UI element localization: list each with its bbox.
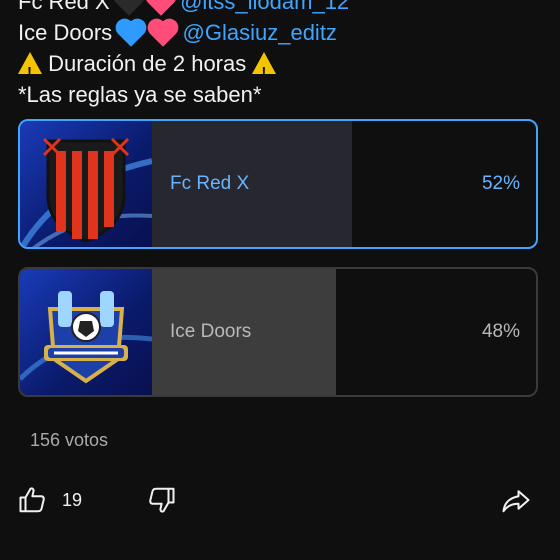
- pink-heart-icon: [150, 21, 177, 47]
- warning-icon: !: [252, 52, 277, 81]
- warning-icon: !: [18, 52, 42, 81]
- poll-option-label: Fc Red X: [170, 173, 250, 194]
- ice-doors-crest-image: [20, 291, 152, 384]
- like-count: 19: [62, 489, 83, 510]
- team-name-ice: Ice Doors: [18, 20, 113, 45]
- post-text: Fc Red X @itss_liodam_12 Ice Doors @Glas…: [18, 0, 548, 110]
- vote-count: 156 votos: [30, 430, 109, 450]
- poll-option-fc-red-x[interactable]: Fc Red X 52%: [18, 119, 538, 249]
- duration-text: Duración de 2 horas: [48, 51, 247, 76]
- post-line-4: *Las reglas ya se saben*: [18, 82, 262, 107]
- thumbs-up-icon: [19, 487, 45, 513]
- handle-link-2[interactable]: @Glasiuz_editz: [183, 20, 337, 45]
- bottom-divider: [0, 550, 560, 560]
- fc-red-x-crest-image: [20, 137, 152, 247]
- poll-option-ice-doors[interactable]: Ice Doors 48%: [18, 267, 538, 397]
- dislike-button[interactable]: [146, 480, 176, 520]
- poll-option-bar: Fc Red X 52%: [152, 121, 536, 247]
- black-heart-icon: [116, 0, 142, 16]
- handle-link-1[interactable]: @itss_liodam_12: [180, 0, 349, 14]
- share-button[interactable]: [500, 480, 532, 520]
- poll-option-percent: 52%: [481, 173, 520, 194]
- blue-heart-icon: [118, 21, 145, 47]
- post-line-3: ! Duración de 2 horas !: [18, 48, 548, 81]
- post-line-1: Fc Red X @itss_liodam_12: [18, 0, 548, 17]
- poll-option-label: Ice Doors: [170, 321, 252, 342]
- poll-option-percent: 48%: [481, 321, 520, 342]
- like-button[interactable]: 19: [18, 480, 82, 520]
- thumbs-down-icon: [149, 487, 175, 513]
- post-line-2: Ice Doors @Glasiuz_editz: [18, 17, 548, 48]
- action-bar: 19: [18, 480, 538, 520]
- poll-option-bar: Ice Doors 48%: [152, 269, 536, 395]
- team-name-red: Fc Red X: [18, 0, 110, 14]
- fc-red-x-logo: [20, 121, 152, 247]
- share-icon: [502, 490, 530, 513]
- pink-heart-icon: [148, 0, 174, 16]
- ice-doors-logo: [20, 269, 152, 395]
